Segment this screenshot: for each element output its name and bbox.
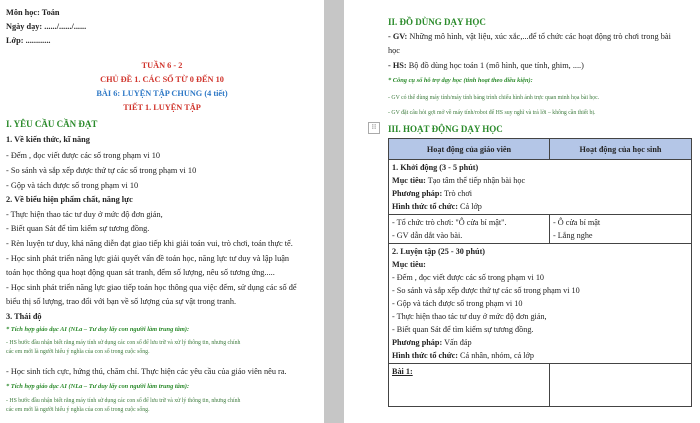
ai-integration-text: - HS bước đầu nhận biết rằng máy tính sử…	[6, 398, 241, 404]
method-label: Phương pháp:	[392, 189, 443, 198]
ai-integration-text: các em mới là người hiểu ý nghĩa của con…	[6, 349, 150, 355]
form-text: Cả lớp	[458, 202, 482, 211]
hs-text: Bộ đồ dùng học toán 1 (mô hình, que tính…	[406, 61, 584, 70]
form-label: Hình thức tổ chức:	[392, 351, 458, 360]
tools-hs-line: - HS: Bộ đồ dùng học toán 1 (mô hình, qu…	[388, 61, 584, 71]
warmup-teacher-cell: - Tổ chức trò chơi: "Ô cửa bí mật". - GV…	[388, 214, 550, 244]
quality-item-cont: toán học thông qua hoạt động quan sát tr…	[6, 268, 275, 277]
section-title: 2. Luyện tập (25 - 30 phút)	[392, 247, 486, 256]
section-warmup: 1. Khởi động (3 - 5 phút) Mục tiêu: Tạo …	[388, 159, 692, 215]
heading-quality: 2. Về biểu hiện phẩm chất, năng lực	[6, 195, 133, 204]
col-header-teacher: Hoạt động của giáo viên	[388, 138, 550, 160]
goal-item: - Gộp và tách được số trong phạm vi 10	[392, 299, 523, 308]
goal-text: Tạo tâm thế tiếp nhận bài học	[425, 176, 526, 185]
quality-item: - Biết quan Sát để tìm kiếm sự tương đồn…	[6, 224, 150, 233]
goal-label: Mục tiêu:	[392, 176, 426, 185]
quality-item: - Thực hiện thao tác tư duy ở mức độ đơn…	[6, 210, 163, 219]
date-line: Ngày dạy: ....../....../......	[6, 22, 87, 31]
section-practice: 2. Luyện tập (25 - 30 phút) Mục tiêu: - …	[388, 243, 692, 364]
quality-item: - Học sinh phát triển năng lực giao tiếp…	[6, 283, 297, 292]
teacher-step: - Tổ chức trò chơi: "Ô cửa bí mật".	[392, 218, 507, 227]
form-label: Hình thức tổ chức:	[392, 202, 458, 211]
goal-item: - Biết quan Sát để tìm kiếm sự tương đồn…	[392, 325, 534, 334]
tools-gv-line: - GV: Những mô hình, vật liệu, xúc xắc,.…	[388, 32, 671, 42]
ai-integration-text: - HS bước đầu nhận biết rằng máy tính sử…	[6, 340, 241, 346]
page-gap	[326, 0, 342, 423]
digital-tools-note: * Công cụ số hỗ trợ dạy học (tinh hoạt t…	[388, 77, 533, 84]
ai-integration-text: các em mới là người hiểu ý nghĩa của con…	[6, 407, 150, 413]
form-text: Cá nhân, nhóm, cả lớp	[458, 351, 534, 360]
exercise-title: Bài 1:	[392, 367, 413, 376]
digital-tools-item: - GV có thể dùng máy tính/máy tính bảng …	[388, 95, 600, 101]
goal-label: Mục tiêu:	[392, 260, 426, 269]
goal-item: - So sánh và sắp xếp được thứ tự các số …	[392, 286, 580, 295]
warmup-student-cell: - Ô cửa bí mật - Lắng nghe	[549, 214, 692, 244]
teacher-step: - GV dẫn dắt vào bài.	[392, 231, 463, 240]
tools-gv-line-cont: học	[388, 46, 400, 55]
class-line: Lớp: ............	[6, 36, 51, 45]
topic-title: CHỦ ĐỀ 1. CÁC SỐ TỪ 0 ĐẾN 10	[100, 75, 224, 84]
hs-label: - HS:	[388, 61, 407, 70]
goal-item: - Thực hiện thao tác tư duy ở mức độ đơn…	[392, 312, 547, 321]
subject-line: Môn học: Toán	[6, 8, 60, 17]
gv-label: - GV:	[388, 32, 408, 41]
heading-knowledge: 1. Về kiến thức, kĩ năng	[6, 135, 90, 144]
heading-attitude: 3. Thái độ	[6, 312, 42, 321]
section-title: 1. Khởi động (3 - 5 phút)	[392, 163, 479, 172]
heading-tools: II. ĐỒ DÙNG DẠY HỌC	[388, 17, 486, 27]
quality-item: - Rèn luyện tư duy, khả năng diễn đạt gi…	[6, 239, 293, 248]
goal-item: - Đếm , đọc viết được các số trong phạm …	[392, 273, 545, 282]
period-title: TIẾT 1. LUYỆN TẬP	[123, 103, 201, 112]
week-title: TUẦN 6 - 2	[141, 61, 183, 70]
method-label: Phương pháp:	[392, 338, 443, 347]
ai-integration-note: * Tích hợp giáo dục AI (NLa – Tư duy lấy…	[6, 383, 190, 390]
table-move-handle[interactable]: ⁞⁞	[368, 122, 380, 134]
activity-table: Hoạt động của giáo viên Hoạt động của họ…	[388, 138, 692, 407]
attitude-item: - Học sinh tích cực, hứng thú, chăm chỉ.…	[6, 367, 287, 376]
exercise-student-cell	[549, 363, 692, 407]
exercise-teacher-cell: Bài 1:	[388, 363, 550, 407]
quality-item: - Học sinh phát triển năng lực giải quyế…	[6, 254, 290, 263]
knowledge-item: - Đếm , đọc viết được các số trong phạm …	[6, 151, 161, 160]
ai-integration-note: * Tích hợp giáo dục AI (NLa – Tư duy lấy…	[6, 326, 190, 333]
knowledge-item: - So sánh và sắp xếp được thứ tự các số …	[6, 166, 197, 175]
page-left: Môn học: Toán Ngày dạy: ....../....../..…	[0, 0, 324, 423]
knowledge-item: - Gộp và tách được số trong phạm vi 10	[6, 181, 139, 190]
method-text: Trò chơi	[442, 189, 472, 198]
lesson-title: BÀI 6: LUYỆN TẬP CHUNG (4 tiết)	[96, 89, 228, 98]
col-header-student: Hoạt động của học sinh	[549, 138, 692, 160]
student-step: - Ô cửa bí mật	[553, 218, 601, 227]
gv-text: Những mô hình, vật liệu, xúc xắc,...để t…	[407, 32, 671, 41]
method-text: Vấn đáp	[442, 338, 472, 347]
document-view: Môn học: Toán Ngày dạy: ....../....../..…	[0, 0, 700, 423]
quality-item-cont: biểu thị số lượng, trao đổi với bạn về s…	[6, 297, 237, 306]
student-step: - Lắng nghe	[553, 231, 593, 240]
heading-activities: III. HOẠT ĐỘNG DẠY HỌC	[388, 124, 503, 134]
heading-requirements: I. YÊU CẦU CẦN ĐẠT	[6, 119, 98, 129]
digital-tools-item: - GV đặt câu hỏi gợi mở về máy tính/robo…	[388, 110, 596, 116]
